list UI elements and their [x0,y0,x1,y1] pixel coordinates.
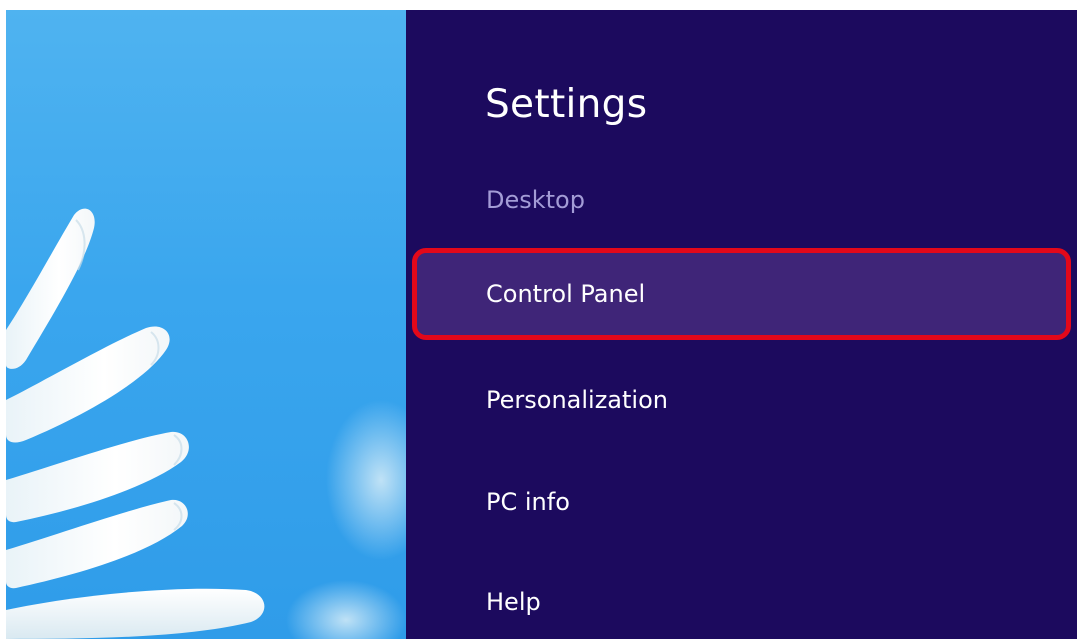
personalization-item[interactable]: Personalization [412,354,1071,446]
personalization-label: Personalization [486,386,668,414]
pc-info-item[interactable]: PC info [412,456,1071,548]
daisy-petals-image [6,208,406,639]
pc-info-label: PC info [486,488,570,516]
charm-title: Settings [485,82,648,127]
screen: Settings Desktop Control Panel Personali… [0,0,1077,639]
control-panel-label: Control Panel [486,280,646,308]
blurred-petal [286,580,406,639]
control-panel-item[interactable]: Control Panel [412,248,1071,340]
petal [6,208,95,369]
settings-charm-panel: Settings Desktop Control Panel Personali… [406,10,1077,639]
blurred-petal [326,400,406,560]
desktop-wallpaper [6,10,406,639]
help-item[interactable]: Help [412,556,1071,639]
charm-context-label: Desktop [486,186,585,214]
petal [6,588,265,639]
help-label: Help [486,588,541,616]
